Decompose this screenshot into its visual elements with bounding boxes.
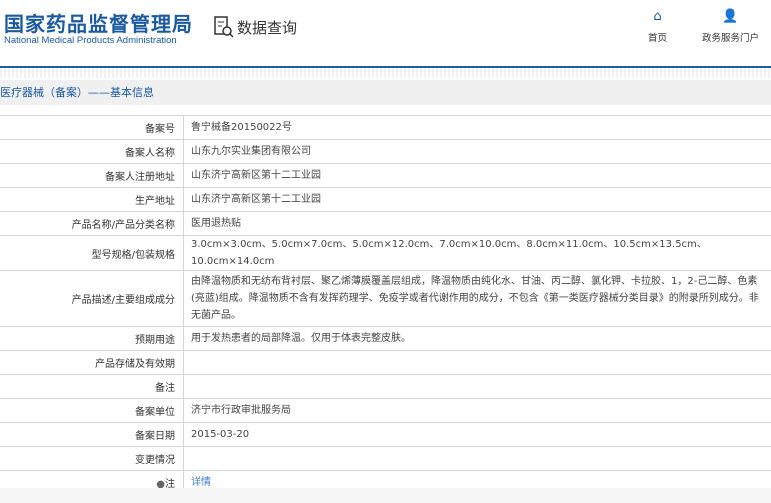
row-value: 由降温物质和无纺布背衬层、聚乙烯薄膜覆盖层组成，降温物质由纯化水、甘油、丙二醇、… (183, 270, 771, 327)
table-row: 备案人注册地址 山东济宁高新区第十二工业园 (0, 163, 771, 188)
nav-portal-label: 政务服务门户 (702, 33, 760, 44)
site-header: 国家药品监督管理局 National Medical Products Admi… (0, 0, 771, 68)
row-label: 产品名称/产品分类名称 (0, 211, 184, 236)
table-row: 产品名称/产品分类名称 医用退热贴 (0, 211, 771, 236)
row-value: 济宁市行政审批服务局 (183, 398, 771, 423)
table-row: 备案人名称 山东九尔实业集团有限公司 (0, 139, 771, 164)
table-row: 型号规格/包装规格 3.0cm×3.0cm、5.0cm×7.0cm、5.0cm×1… (0, 235, 771, 271)
row-value: 用于发热患者的局部降温。仅用于体表完整皮肤。 (183, 326, 771, 351)
data-query-label: 数据查询 (237, 18, 298, 37)
table-row: 生产地址 山东济宁高新区第十二工业园 (0, 187, 771, 212)
logo-subtitle: National Medical Products Administration (4, 35, 177, 46)
row-label: 生产地址 (0, 187, 184, 212)
row-value: 鲁宁械备20150022号 (183, 115, 771, 140)
footer-strip (0, 488, 771, 503)
table-row: 产品描述/主要组成成分 由降温物质和无纺布背衬层、聚乙烯薄膜覆盖层组成，降温物质由… (0, 270, 771, 327)
data-query-title: 数据查询 (214, 16, 297, 38)
row-value: 山东九尔实业集团有限公司 (183, 139, 771, 164)
row-label: 产品描述/主要组成成分 (0, 270, 184, 327)
row-value: 医用退热贴 (183, 211, 771, 236)
row-label: 预期用途 (0, 326, 184, 351)
row-label: 备案号 (0, 115, 184, 140)
details-link[interactable]: 详情 (191, 477, 211, 488)
row-value (183, 350, 771, 375)
document-search-icon (214, 16, 234, 38)
row-label: 备案人名称 (0, 139, 184, 164)
row-value (183, 446, 771, 471)
row-value: 山东济宁高新区第十二工业园 (183, 163, 771, 188)
row-label: 备案单位 (0, 398, 184, 423)
row-value: 山东济宁高新区第十二工业园 (183, 187, 771, 212)
row-value: 2015-03-20 (183, 422, 771, 447)
home-icon: ⌂ (653, 9, 662, 24)
table-row: 备案号 鲁宁械备20150022号 (0, 115, 771, 140)
breadcrumb: 医疗器械（备案）——基本信息 (0, 80, 771, 105)
row-label: 备注 (0, 374, 184, 399)
user-icon: 👤 (722, 9, 739, 24)
row-value: 3.0cm×3.0cm、5.0cm×7.0cm、5.0cm×12.0cm、7.0… (183, 235, 771, 271)
nav-home[interactable]: ⌂ 首页 (648, 9, 668, 45)
detail-table: 备案号 鲁宁械备20150022号 备案人名称 山东九尔实业集团有限公司 备案人注册地址… (0, 115, 771, 496)
row-label: 产品存储及有效期 (0, 350, 184, 375)
row-value (183, 374, 771, 399)
nav-service-portal[interactable]: 👤 政务服务门户 (702, 9, 760, 45)
nav-home-label: 首页 (648, 33, 668, 44)
logo-title[interactable]: 国家药品监督管理局 (4, 8, 193, 37)
divider (0, 68, 771, 78)
row-label: 备案人注册地址 (0, 163, 184, 188)
table-row: 备注 (0, 374, 771, 399)
row-label: 变更情况 (0, 446, 184, 471)
table-row: 产品存储及有效期 (0, 350, 771, 375)
table-row: 变更情况 (0, 446, 771, 471)
table-row: 预期用途 用于发热患者的局部降温。仅用于体表完整皮肤。 (0, 326, 771, 351)
table-row: 备案日期 2015-03-20 (0, 422, 771, 447)
table-row: 备案单位 济宁市行政审批服务局 (0, 398, 771, 423)
row-label: 备案日期 (0, 422, 184, 447)
row-label: 型号规格/包装规格 (0, 235, 184, 271)
